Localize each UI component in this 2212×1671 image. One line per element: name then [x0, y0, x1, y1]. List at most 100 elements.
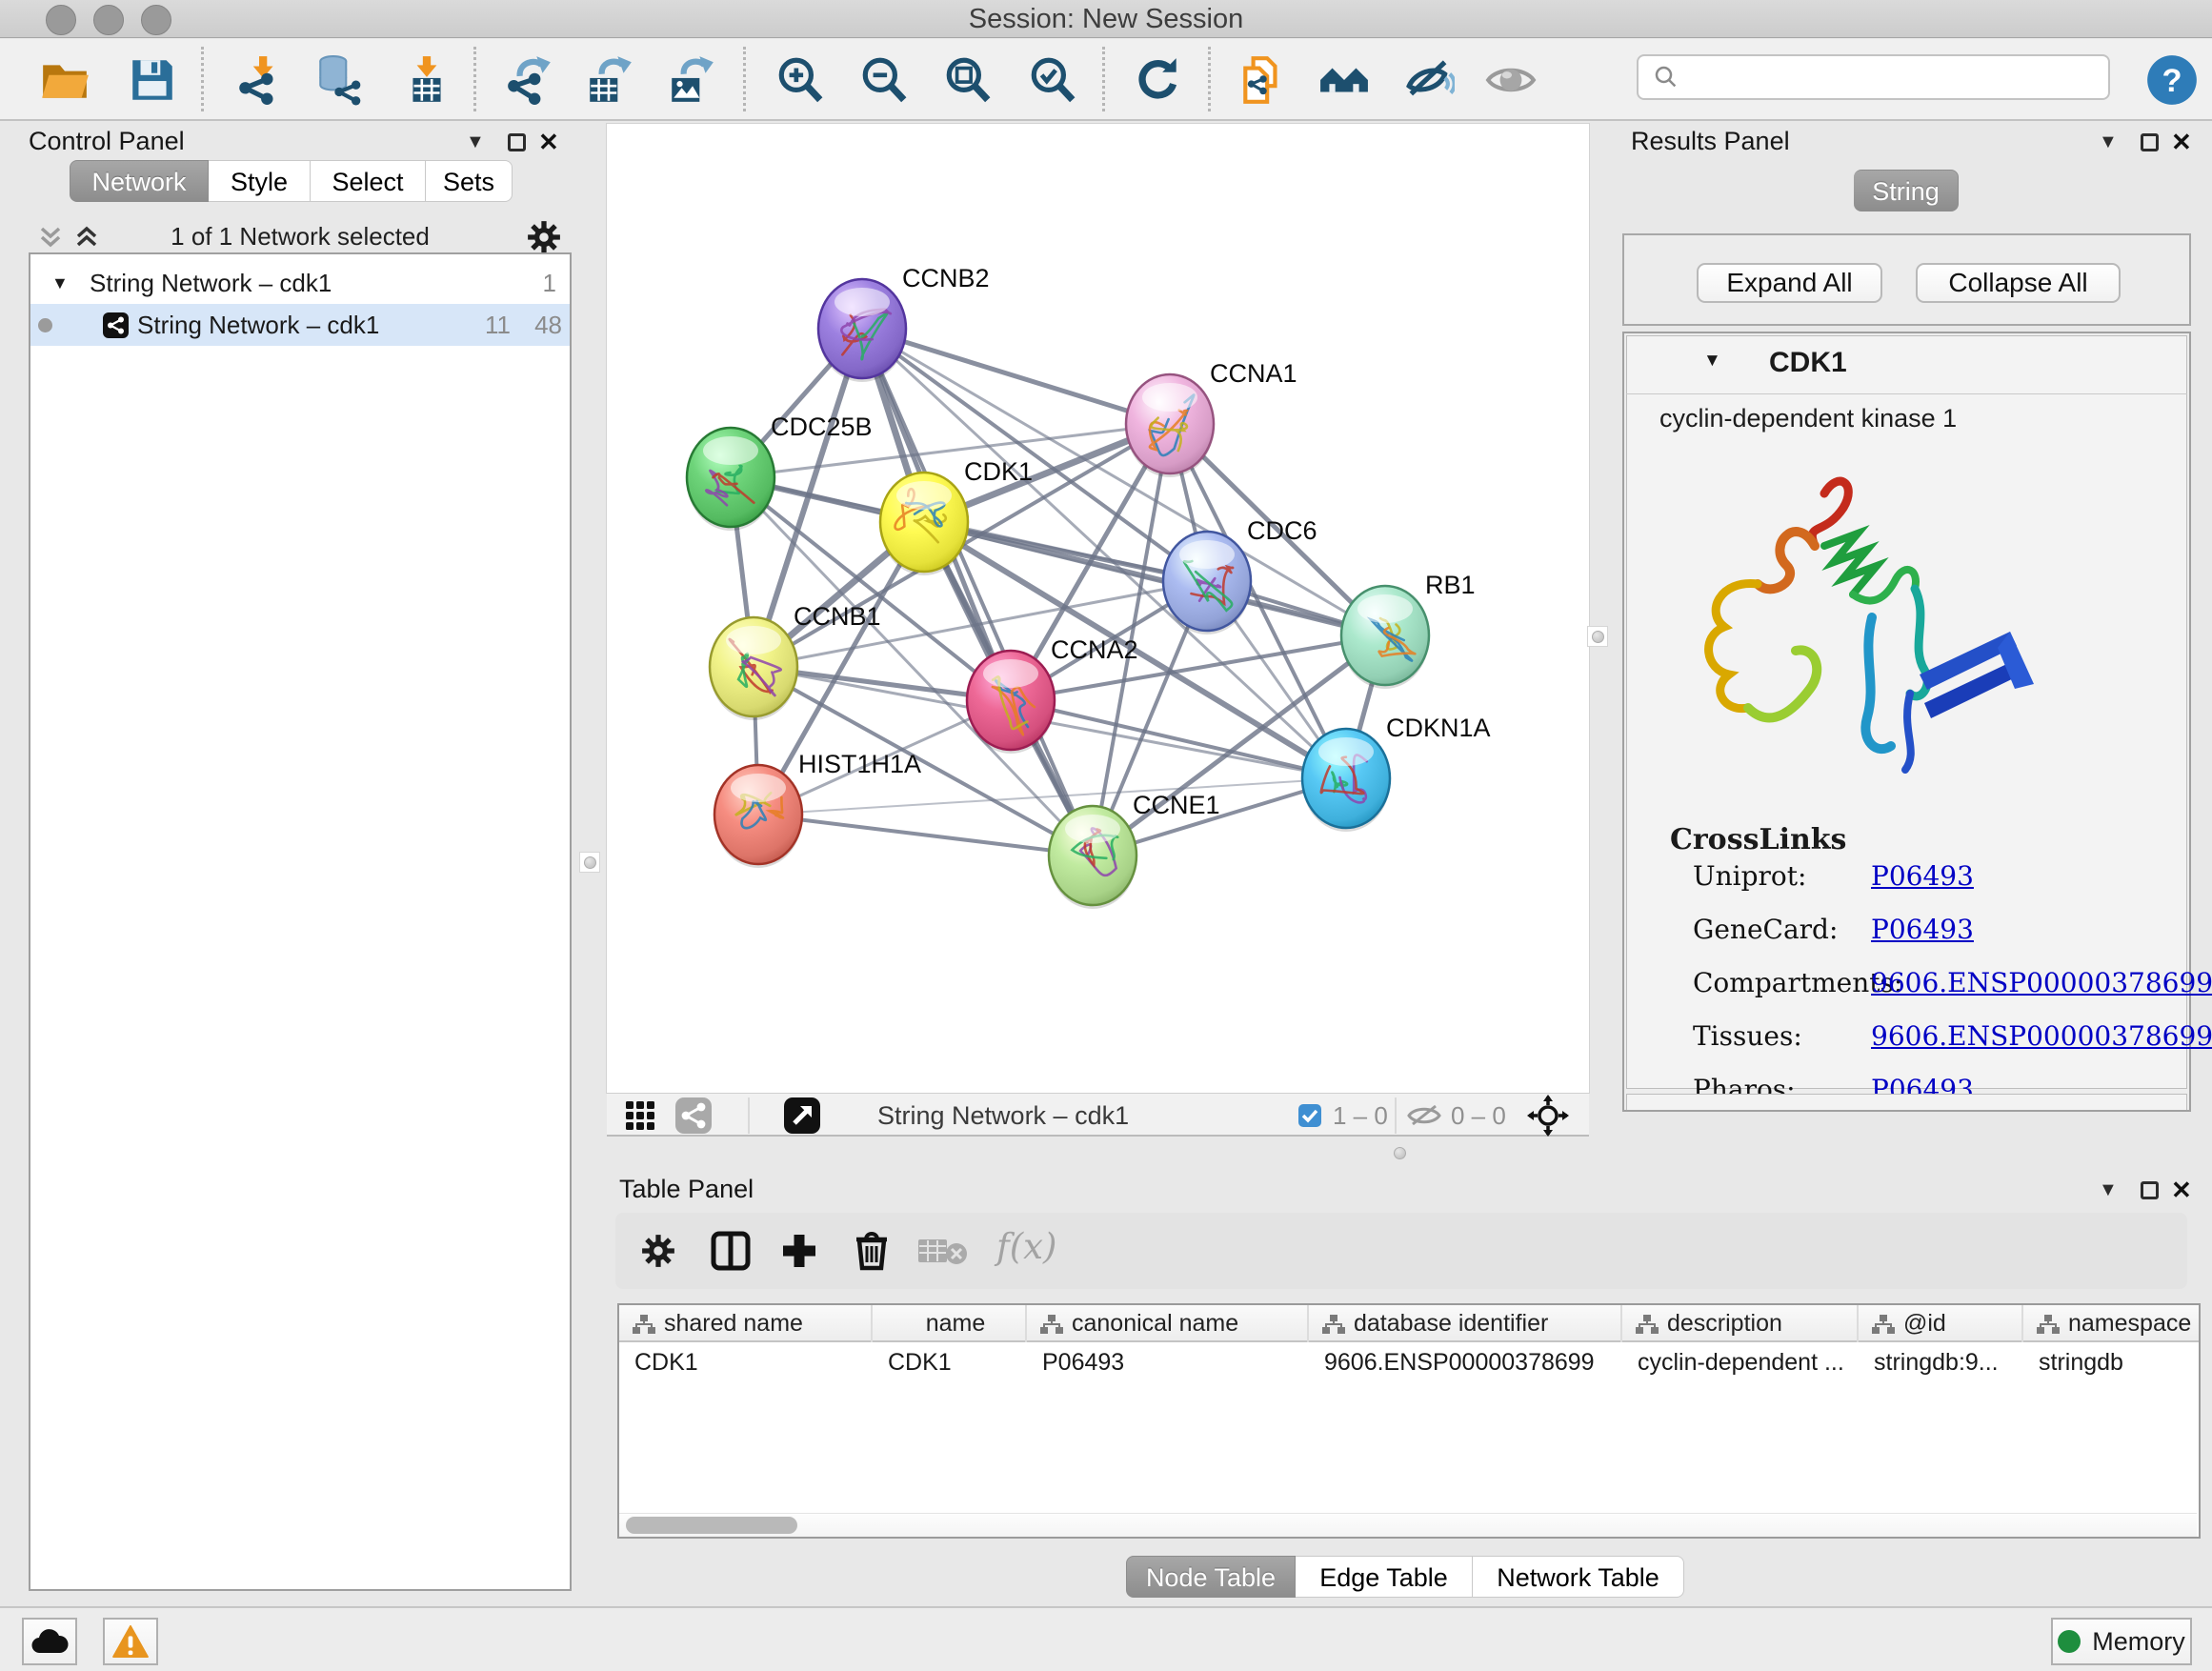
string-network-graph[interactable]: CCNB2CCNA1CDC25BCDK1CDC6RB1CCNB1CCNA2CDK… [607, 124, 1589, 1093]
birdseye-view-icon[interactable] [784, 1097, 820, 1134]
search-box[interactable] [1637, 54, 2110, 100]
refresh-icon[interactable] [1132, 52, 1185, 108]
network-view-share-icon[interactable] [675, 1097, 712, 1134]
network-options-gear-icon[interactable] [526, 219, 562, 255]
delete-column-trash-icon[interactable] [852, 1229, 892, 1271]
cell-name[interactable]: CDK1 [873, 1344, 1027, 1380]
network-node-ccna1[interactable]: CCNA1 [1126, 359, 1297, 477]
network-node-ccne1[interactable]: CCNE1 [1049, 791, 1220, 909]
import-table-file-icon[interactable] [400, 52, 453, 108]
tab-sets[interactable]: Sets [426, 160, 513, 202]
tab-node-table[interactable]: Node Table [1126, 1556, 1296, 1598]
export-image-icon[interactable] [665, 52, 718, 108]
search-input[interactable] [1680, 63, 2090, 92]
column-header-namespace[interactable]: namespace [2023, 1305, 2201, 1342]
network-view-canvas[interactable]: CCNB2CCNA1CDC25BCDK1CDC6RB1CCNB1CCNA2CDK… [607, 124, 1589, 1093]
grid-view-icon[interactable] [626, 1101, 656, 1132]
crosslink-link-genecard-[interactable]: P06493 [1871, 914, 1974, 945]
network-node-ccnb2[interactable]: CCNB2 [818, 264, 990, 382]
table-horizontal-scrollbar[interactable] [619, 1513, 2197, 1537]
zoom-in-icon[interactable] [774, 52, 827, 108]
protein-disclosure-icon[interactable]: ▼ [1703, 351, 1721, 372]
scrollbar-thumb[interactable] [626, 1517, 797, 1534]
show-all-eye-icon[interactable] [1484, 52, 1538, 108]
expand-all-chevrons-icon[interactable] [72, 224, 101, 251]
control-panel-menu-caret-icon[interactable]: ▼ [466, 131, 485, 153]
window-close-button[interactable] [46, 5, 76, 35]
crosslink-link-uniprot-[interactable]: P06493 [1871, 860, 1974, 892]
node-label-rb1: RB1 [1425, 571, 1476, 599]
memory-button[interactable]: Memory [2051, 1618, 2192, 1665]
clone-network-icon[interactable] [1237, 52, 1290, 108]
right-splitter-grip[interactable] [1587, 626, 1608, 647]
create-column-plus-icon[interactable] [779, 1231, 819, 1271]
crosslink-label-uniprot-: Uniprot: [1693, 860, 1806, 892]
column-header--id[interactable]: @id [1859, 1305, 2023, 1342]
tab-style[interactable]: Style [209, 160, 311, 202]
control-panel-float-icon[interactable] [508, 133, 526, 151]
cell--id[interactable]: stringdb:9... [1859, 1344, 2023, 1380]
column-header-name[interactable]: name [873, 1305, 1027, 1342]
collection-disclosure-icon[interactable]: ▼ [51, 262, 69, 304]
column-header-database-identifier[interactable]: database identifier [1309, 1305, 1622, 1342]
network-node-cdkn1a[interactable]: CDKN1A [1302, 714, 1491, 832]
zoom-fit-icon[interactable] [941, 52, 995, 108]
tab-network[interactable]: Network [70, 160, 209, 202]
export-table-icon[interactable] [583, 52, 636, 108]
results-panel-float-icon[interactable] [2141, 133, 2159, 151]
network-node-ccnb1[interactable]: CCNB1 [710, 602, 881, 720]
table-panel-float-icon[interactable] [2141, 1181, 2159, 1199]
cloud-button[interactable] [22, 1618, 77, 1665]
save-session-icon[interactable] [126, 52, 179, 108]
cell-description[interactable]: cyclin-dependent ... [1622, 1344, 1859, 1380]
control-panel-close-icon[interactable]: ✕ [538, 128, 559, 157]
network-node-hist1h1a[interactable]: HIST1H1A [714, 750, 921, 868]
selected-checkbox-icon[interactable] [1298, 1104, 1321, 1127]
cell-canonical-name[interactable]: P06493 [1027, 1344, 1309, 1380]
cell-namespace[interactable]: stringdb [2023, 1344, 2201, 1380]
column-namespace-icon [1040, 1315, 1063, 1334]
export-network-icon[interactable] [503, 52, 556, 108]
help-icon[interactable]: ? [2145, 52, 2199, 108]
cell-shared-name[interactable]: CDK1 [619, 1344, 873, 1380]
hidden-eye-slash-icon[interactable] [1407, 1103, 1441, 1128]
network-row-selected[interactable]: String Network – cdk1 11 48 [30, 304, 570, 346]
tab-string[interactable]: String [1854, 170, 1959, 211]
bottom-splitter-grip[interactable] [1389, 1142, 1410, 1163]
network-collection-row[interactable]: ▼ String Network – cdk1 1 [30, 262, 570, 304]
network-node-cdc6[interactable]: CDC6 [1163, 516, 1317, 634]
tab-edge-table[interactable]: Edge Table [1296, 1556, 1473, 1598]
column-header-description[interactable]: description [1622, 1305, 1859, 1342]
cell-database-identifier[interactable]: 9606.ENSP00000378699 [1309, 1344, 1622, 1380]
import-network-file-icon[interactable] [232, 52, 286, 108]
network-node-rb1[interactable]: RB1 [1341, 571, 1476, 689]
import-network-database-icon[interactable] [312, 52, 366, 108]
collapse-all-chevrons-icon[interactable] [36, 224, 65, 251]
home-icon[interactable] [1317, 52, 1371, 108]
results-panel-menu-caret-icon[interactable]: ▼ [2099, 131, 2118, 153]
table-options-gear-icon[interactable] [640, 1233, 676, 1269]
show-columns-icon[interactable] [711, 1231, 751, 1271]
column-header-shared-name[interactable]: shared name [619, 1305, 873, 1342]
window-zoom-button[interactable] [141, 5, 171, 35]
crosslink-link-tissues-[interactable]: 9606.ENSP00000378699 [1871, 1020, 2212, 1052]
table-row[interactable]: CDK1CDK1P064939606.ENSP00000378699cyclin… [619, 1344, 2201, 1380]
fit-selected-crosshair-icon[interactable] [1527, 1095, 1569, 1137]
column-header-canonical-name[interactable]: canonical name [1027, 1305, 1309, 1342]
table-panel-menu-caret-icon[interactable]: ▼ [2099, 1179, 2118, 1201]
left-splitter-grip[interactable] [579, 852, 600, 873]
collapse-all-button[interactable]: Collapse All [1916, 263, 2121, 303]
zoom-selected-icon[interactable] [1026, 52, 1079, 108]
table-panel-close-icon[interactable]: ✕ [2171, 1176, 2192, 1205]
expand-all-button[interactable]: Expand All [1697, 263, 1882, 303]
results-panel-close-icon[interactable]: ✕ [2171, 128, 2192, 157]
hide-icon[interactable] [1402, 52, 1456, 108]
warnings-button[interactable] [103, 1618, 158, 1665]
window-minimize-button[interactable] [93, 5, 124, 35]
crosslink-link-compartments-[interactable]: 9606.ENSP00000378699 [1871, 967, 2212, 998]
tab-select[interactable]: Select [311, 160, 426, 202]
protein-card-header[interactable]: ▼ CDK1 [1626, 335, 2187, 394]
open-session-icon[interactable] [38, 52, 91, 108]
tab-network-table[interactable]: Network Table [1473, 1556, 1684, 1598]
zoom-out-icon[interactable] [857, 52, 911, 108]
